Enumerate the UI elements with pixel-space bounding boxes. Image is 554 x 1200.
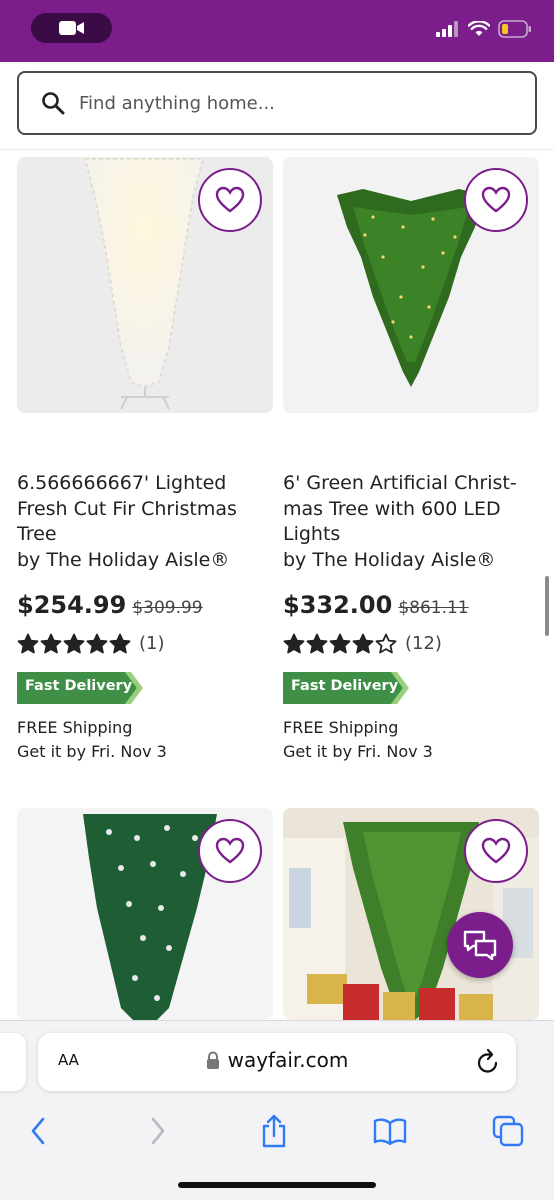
- status-bar: [0, 0, 554, 62]
- delivery-eta: Get it by Fri. Nov 3: [17, 742, 167, 761]
- favorite-button[interactable]: [198, 168, 262, 232]
- video-camera-icon: [58, 21, 84, 35]
- star-filled-icon: [352, 633, 374, 654]
- badge-label: Fast Delivery: [25, 678, 133, 694]
- heart-outline-icon: [481, 186, 511, 213]
- rating-row[interactable]: (1): [17, 633, 273, 654]
- product-brand[interactable]: by The Holiday Aisle®: [17, 548, 273, 574]
- original-price: $309.99: [132, 598, 203, 618]
- reload-button[interactable]: [476, 1048, 500, 1079]
- product-image[interactable]: [17, 157, 273, 413]
- star-filled-icon: [306, 633, 328, 654]
- star-filled-icon: [40, 633, 62, 654]
- share-icon: [262, 1114, 286, 1148]
- star-filled-icon: [86, 633, 108, 654]
- shipping-info: FREE Shipping Get it by Fri. Nov 3: [17, 716, 273, 764]
- home-indicator[interactable]: [178, 1182, 376, 1188]
- price-row: $254.99 $309.99: [17, 591, 273, 619]
- fast-delivery-badge: Fast Delivery: [17, 672, 143, 704]
- browser-bottom-bar: AA wayfair.com: [0, 1020, 554, 1200]
- shipping-info: FREE Shipping Get it by Fri. Nov 3: [283, 716, 539, 764]
- back-button[interactable]: [16, 1109, 60, 1153]
- favorite-button[interactable]: [464, 168, 528, 232]
- star-rating: [17, 633, 131, 654]
- price-row: $332.00 $861.11: [283, 591, 539, 619]
- scroll-indicator[interactable]: [545, 576, 549, 636]
- favorite-button[interactable]: [198, 819, 262, 883]
- product-title[interactable]: 6.566666667' Lighted Fresh Cut Fir Chris…: [17, 471, 273, 548]
- sale-price: $332.00: [283, 591, 393, 619]
- magnifier-icon: [42, 92, 65, 115]
- tabs-icon: [492, 1115, 524, 1147]
- product-image[interactable]: [17, 808, 273, 1020]
- product-info: 6.566666667' Lighted Fresh Cut Fir Chris…: [17, 471, 273, 764]
- heart-outline-icon: [215, 186, 245, 213]
- star-filled-icon: [283, 633, 305, 654]
- star-filled-icon: [63, 633, 85, 654]
- forward-icon: [151, 1117, 165, 1145]
- product-brand[interactable]: by The Holiday Aisle®: [283, 548, 539, 574]
- search-box[interactable]: [17, 71, 537, 135]
- battery-low-icon: [498, 20, 531, 38]
- chat-bubbles-icon: [463, 930, 497, 961]
- bookmarks-button[interactable]: [368, 1109, 412, 1153]
- share-button[interactable]: [252, 1109, 296, 1153]
- reload-icon: [477, 1048, 498, 1073]
- screen-recording-indicator[interactable]: [31, 13, 112, 43]
- star-rating: [283, 633, 397, 654]
- address-bar[interactable]: AA wayfair.com: [38, 1033, 516, 1091]
- product-image[interactable]: [283, 808, 539, 1020]
- shipping-label: FREE Shipping: [283, 718, 399, 737]
- bookmarks-icon: [373, 1118, 407, 1145]
- fast-delivery-badge: Fast Delivery: [283, 672, 409, 704]
- star-filled-icon: [109, 633, 131, 654]
- product-title[interactable]: 6' Green Artificial Christ-mas Tree with…: [283, 471, 539, 548]
- back-icon: [31, 1117, 45, 1145]
- url-display[interactable]: wayfair.com: [38, 1048, 516, 1072]
- delivery-eta: Get it by Fri. Nov 3: [283, 742, 433, 761]
- product-info: 6' Green Artificial Christ-mas Tree with…: [283, 471, 539, 764]
- review-count: (12): [405, 633, 442, 654]
- review-count: (1): [139, 633, 165, 654]
- heart-outline-icon: [481, 837, 511, 864]
- chat-button[interactable]: [447, 912, 513, 978]
- favorite-button[interactable]: [464, 819, 528, 883]
- badge-label: Fast Delivery: [291, 678, 399, 694]
- tabs-button[interactable]: [486, 1109, 530, 1153]
- sale-price: $254.99: [17, 591, 127, 619]
- search-input[interactable]: [79, 92, 499, 114]
- product-image[interactable]: [283, 157, 539, 413]
- original-price: $861.11: [398, 598, 469, 618]
- browser-toolbar: [0, 1109, 554, 1153]
- star-empty-icon: [375, 633, 397, 654]
- shipping-label: FREE Shipping: [17, 718, 133, 737]
- rating-row[interactable]: (12): [283, 633, 539, 654]
- star-filled-icon: [17, 633, 39, 654]
- heart-outline-icon: [215, 837, 245, 864]
- url-text: wayfair.com: [227, 1048, 349, 1072]
- lock-icon: [206, 1051, 219, 1069]
- cellular-signal-icon: [436, 21, 458, 37]
- previous-tab-card[interactable]: [0, 1033, 26, 1091]
- search-header: [0, 62, 554, 150]
- status-icons: [436, 20, 532, 38]
- forward-button[interactable]: [136, 1109, 180, 1153]
- star-filled-icon: [329, 633, 351, 654]
- wifi-icon: [468, 21, 490, 36]
